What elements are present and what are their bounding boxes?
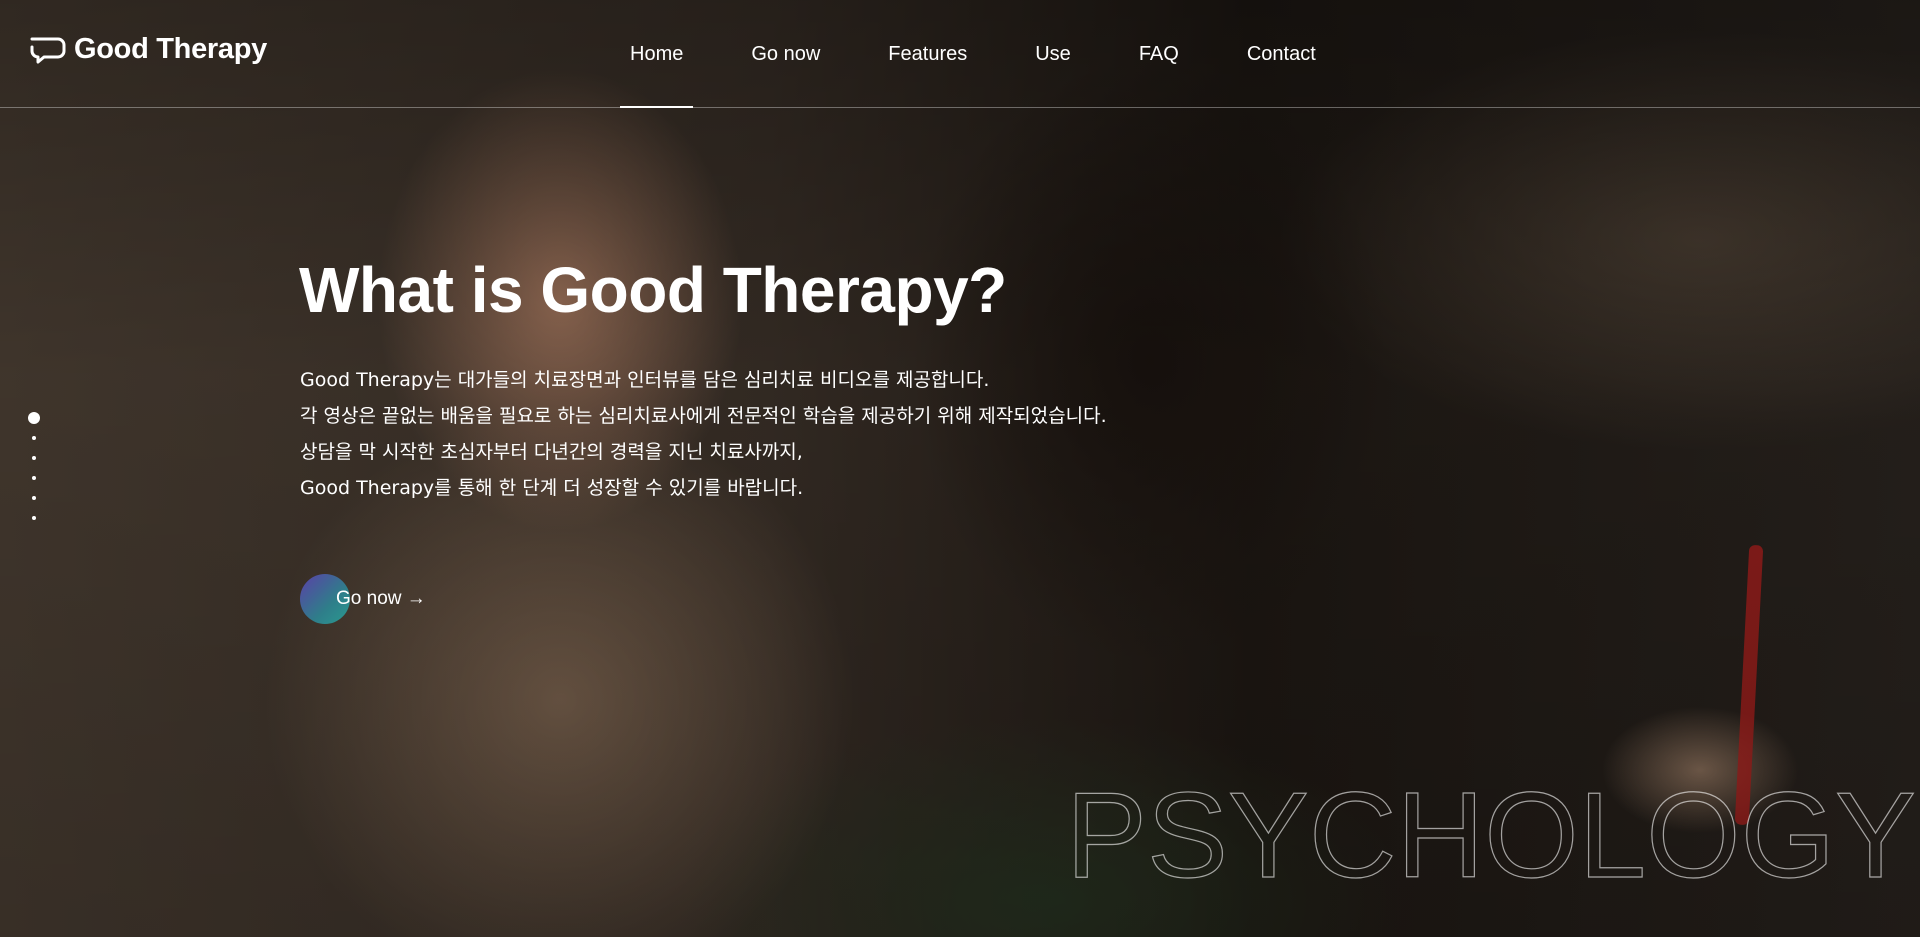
section-pager: [27, 412, 41, 536]
brand-logo[interactable]: Good Therapy: [30, 33, 267, 66]
go-now-button[interactable]: Go now →: [300, 574, 426, 624]
hero-title: What is Good Therapy?: [299, 254, 1007, 326]
nav-item-faq[interactable]: FAQ: [1139, 0, 1179, 107]
nav-item-contact[interactable]: Contact: [1247, 0, 1316, 107]
hero-description: Good Therapy는 대가들의 치료장면과 인터뷰를 담은 심리치료 비디…: [300, 362, 1107, 506]
hero-description-line: 각 영상은 끝없는 배움을 필요로 하는 심리치료사에게 전문적인 학습을 제공…: [300, 405, 1107, 427]
pager-dot[interactable]: [32, 516, 36, 520]
nav-item-go-now[interactable]: Go now: [751, 0, 820, 107]
brand-name: Good Therapy: [74, 33, 267, 65]
nav-item-home[interactable]: Home: [619, 0, 694, 108]
psychology-watermark-text: PSYCHOLOGY: [1066, 767, 1916, 903]
nav-item-use[interactable]: Use: [1035, 0, 1071, 107]
psychology-watermark: PSYCHOLOGY: [1065, 766, 1916, 903]
pager-dot[interactable]: [28, 412, 40, 424]
pager-dot[interactable]: [32, 496, 36, 500]
pager-dot[interactable]: [32, 476, 36, 480]
speech-bubble-icon: [30, 37, 66, 63]
go-now-label: Go now →: [336, 588, 426, 609]
nav-item-features[interactable]: Features: [888, 0, 967, 107]
main-nav: Home Go now Features Use FAQ Contact: [619, 0, 1384, 108]
pager-dot[interactable]: [32, 456, 36, 460]
pager-dot[interactable]: [32, 436, 36, 440]
hero-description-line: Good Therapy는 대가들의 치료장면과 인터뷰를 담은 심리치료 비디…: [300, 369, 990, 391]
site-header: Good Therapy Home Go now Features Use FA…: [0, 0, 1920, 108]
hero-description-line: Good Therapy를 통해 한 단계 더 성장할 수 있기를 바랍니다.: [300, 477, 804, 499]
hero-description-line: 상담을 막 시작한 초심자부터 다년간의 경력을 지닌 치료사까지,: [300, 441, 803, 463]
